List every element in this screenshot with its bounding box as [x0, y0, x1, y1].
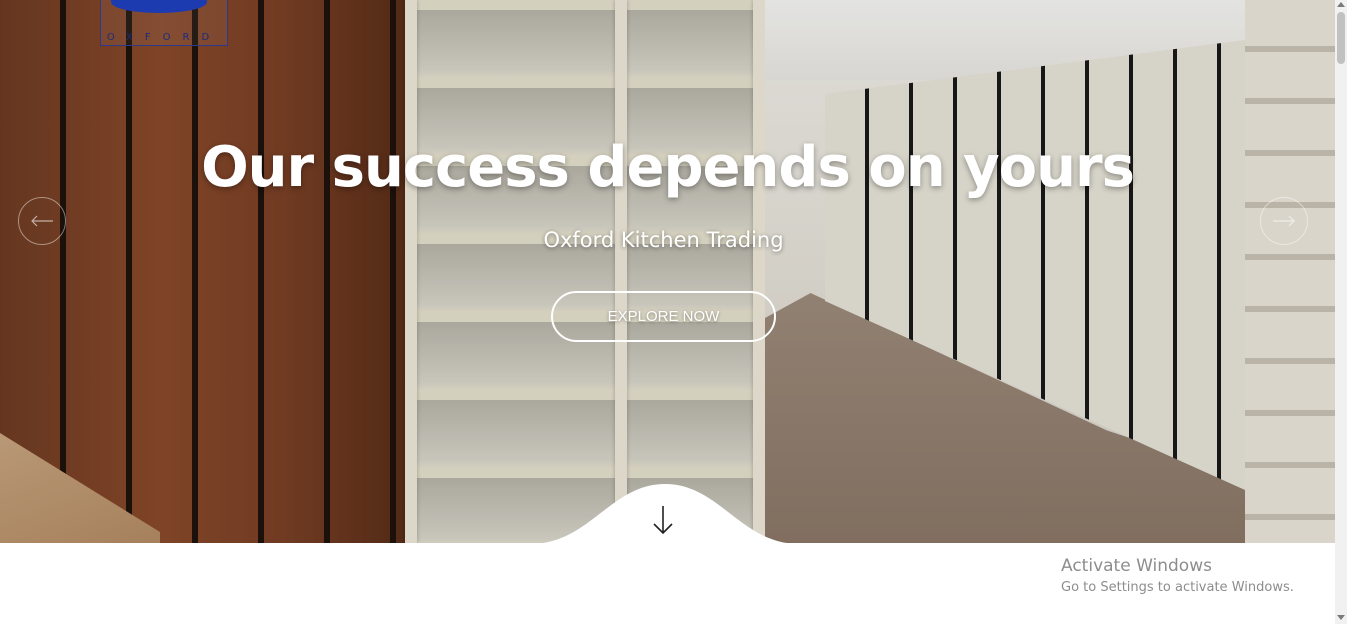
explore-now-button[interactable]: EXPLORE NOW — [551, 291, 776, 342]
scroll-down-icon[interactable] — [1337, 615, 1345, 620]
scroll-up-icon[interactable] — [1337, 2, 1345, 7]
hero-slider: OXFORD Our success depends on yours Oxfo… — [0, 0, 1335, 543]
arrow-right-icon — [1273, 215, 1295, 227]
hero-overlay — [0, 0, 1335, 543]
hero-subheadline: Oxford Kitchen Trading — [543, 228, 784, 252]
vertical-scrollbar[interactable] — [1335, 0, 1347, 624]
logo-text: OXFORD — [106, 32, 222, 43]
slider-next-button[interactable] — [1260, 197, 1308, 245]
logo-mark — [111, 0, 207, 13]
activation-title: Activate Windows — [1061, 556, 1212, 576]
scrollbar-thumb[interactable] — [1337, 12, 1345, 64]
windows-activation-notice: Activate Windows Go to Settings to activ… — [1061, 556, 1294, 595]
arrow-left-icon — [31, 215, 53, 227]
hero-headline: Our success depends on yours — [201, 135, 1135, 200]
brand-logo[interactable]: OXFORD — [100, 0, 228, 46]
activation-subtitle: Go to Settings to activate Windows. — [1061, 580, 1294, 595]
slider-prev-button[interactable] — [18, 197, 66, 245]
arrow-down-icon[interactable] — [651, 504, 675, 536]
